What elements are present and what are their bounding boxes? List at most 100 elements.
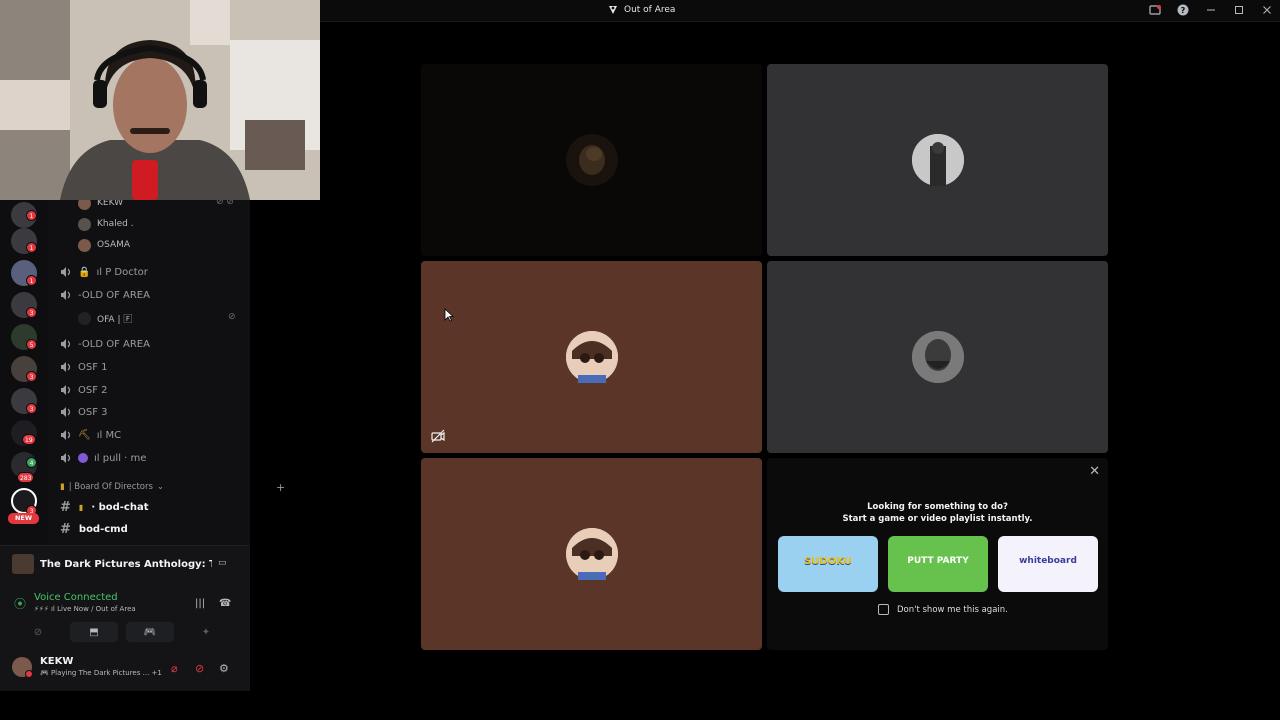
user-name: KEKW (40, 656, 74, 667)
svg-text:?: ? (1181, 6, 1186, 15)
text-channel[interactable]: # ▮ · bod-chat (60, 498, 149, 516)
share-screen-button[interactable]: ⬒ (70, 622, 118, 642)
checkbox[interactable] (878, 604, 889, 615)
member-name: Khaled . (97, 219, 134, 229)
camera-off-icon (431, 429, 447, 445)
mute-icon: ⊘ (228, 312, 236, 322)
voice-connection[interactable]: ⦿ Voice Connected ⚡⚡⚡ ıl Live Now / Out … (14, 592, 136, 613)
deafen-icon[interactable]: ⊘ (195, 662, 204, 675)
noise-suppression-icon[interactable]: ||| (195, 598, 205, 609)
speaker-icon (61, 362, 71, 372)
participant-tile[interactable] (767, 261, 1108, 453)
participant-tile[interactable] (421, 261, 762, 453)
voice-member[interactable]: OSAMA (78, 236, 130, 254)
pickaxe-icon: ⛏ (78, 429, 91, 441)
whiteboard-card[interactable]: whiteboard (998, 536, 1098, 592)
suggestion-subtitle: Start a game or video playlist instantly… (842, 514, 1033, 524)
channel-name: OSF 1 (78, 361, 108, 373)
avatar (78, 311, 91, 325)
signal-icon: ⦿ (14, 597, 27, 611)
lock-icon: 🔒 (78, 266, 91, 278)
avatar (911, 134, 964, 186)
help-icon[interactable]: ? (1176, 3, 1190, 17)
participant-tile[interactable] (421, 458, 762, 650)
speaker-icon (61, 267, 71, 277)
discord-app: Out of Area ? 1 1 1 3 5 3 3 19 4 283 3 N… (0, 0, 1280, 720)
screen-share-icon[interactable]: ▭ (218, 558, 232, 570)
new-badge: NEW (8, 513, 39, 524)
soundboard-button[interactable]: ✦ (182, 622, 230, 642)
channel-name: OSF 2 (78, 384, 108, 396)
activity-suggestion: ✕ Looking for something to do? Start a g… (767, 458, 1108, 650)
voice-actions: ⊘ ⬒ 🎮 ✦ (14, 622, 230, 642)
camera-off-button[interactable]: ⊘ (14, 622, 62, 642)
mic-muted-icon[interactable]: ⌀ (171, 662, 178, 675)
voice-channel[interactable]: 🔒 ıl P Doctor (60, 263, 148, 281)
activity-name: The Dark Pictures Anthology: The D... (40, 558, 212, 570)
close-window-icon[interactable] (1260, 3, 1274, 17)
mention-badge: 3 (26, 371, 37, 382)
channel-name: -OLD OF AREA (78, 338, 150, 350)
channel-list: KEKW Khaled . OSAMA ⊘ ⊘ 🔒 ıl P Doctor -O… (48, 196, 285, 545)
mention-badge: 1 (26, 275, 37, 286)
voice-channel[interactable]: -OLD OF AREA (60, 286, 150, 304)
suggestion-title: Looking for something to do? (867, 502, 1008, 512)
mention-badge: 1 (26, 210, 37, 221)
voice-status: Voice Connected (34, 592, 118, 603)
close-icon[interactable]: ✕ (1089, 464, 1100, 479)
game-icon (12, 554, 34, 574)
voice-channel[interactable]: ıl pull · me (60, 449, 146, 467)
channel-name: bod-cmd (78, 523, 128, 535)
avatar (911, 331, 964, 383)
avatar (78, 217, 91, 231)
voice-channel[interactable]: -OLD OF AREA (60, 335, 150, 353)
activity-row[interactable]: The Dark Pictures Anthology: The D... ▭ (12, 554, 238, 574)
activity-label: SUDOKU (804, 556, 852, 567)
settings-gear-icon[interactable]: ⚙ (219, 662, 229, 675)
voice-channel[interactable]: OSF 1 (60, 358, 108, 376)
checkbox-label: Don't show me this again. (897, 604, 1008, 615)
activity-label: whiteboard (1019, 556, 1077, 566)
mention-badge: 3 (26, 307, 37, 318)
server-icon (609, 6, 617, 14)
channel-name: ıl MC (96, 429, 122, 441)
mention-badge: 1 (26, 242, 37, 253)
disconnect-icon[interactable]: ☎ (219, 598, 231, 609)
minimize-icon[interactable] (1204, 3, 1218, 17)
window-title: Out of Area (607, 4, 675, 16)
voice-member[interactable]: OFA | 🄵 (78, 309, 132, 327)
activity-cards: SUDOKU PUTT PARTY whiteboard (778, 536, 1098, 592)
activity-label: PUTT PARTY (907, 556, 969, 566)
mention-badge: 5 (26, 339, 37, 350)
voice-channel[interactable]: OSF 2 (60, 381, 108, 399)
activity-button[interactable]: 🎮 (126, 622, 174, 642)
participant-tile[interactable] (421, 64, 762, 256)
dont-show-again[interactable]: Don't show me this again. (878, 604, 1008, 615)
mention-badge: 19 (22, 434, 36, 445)
voice-channel[interactable]: ⛏ ıl MC (60, 426, 121, 444)
inbox-icon[interactable] (1148, 3, 1162, 17)
sudoku-card[interactable]: SUDOKU (778, 536, 878, 592)
voice-channel[interactable]: OSF 3 (60, 403, 108, 421)
voice-member[interactable]: Khaled . (78, 215, 134, 233)
speaker-icon (61, 453, 71, 463)
user-info[interactable]: KEKW 🎮 Playing The Dark Pictures ... +1 (12, 656, 162, 678)
purple-dot-icon (78, 453, 88, 463)
text-channel[interactable]: # bod-cmd (60, 520, 128, 538)
putt-party-card[interactable]: PUTT PARTY (888, 536, 988, 592)
member-name: OFA | 🄵 (97, 314, 133, 325)
window-title-text: Out of Area (624, 5, 676, 15)
member-name: OSAMA (97, 240, 131, 250)
channel-category[interactable]: ▮ | Board Of Directors ⌄ (60, 482, 164, 492)
mention-badge: 4 (26, 457, 37, 468)
mouse-cursor-icon (444, 308, 454, 322)
participant-tile[interactable] (767, 64, 1108, 256)
speaker-icon (61, 290, 71, 300)
avatar (565, 331, 618, 383)
avatar (565, 528, 618, 580)
channel-name: ıl pull · me (94, 452, 147, 464)
add-channel-icon[interactable]: + (276, 481, 285, 494)
speaker-icon (61, 339, 71, 349)
maximize-icon[interactable] (1232, 3, 1246, 17)
avatar (12, 656, 33, 678)
